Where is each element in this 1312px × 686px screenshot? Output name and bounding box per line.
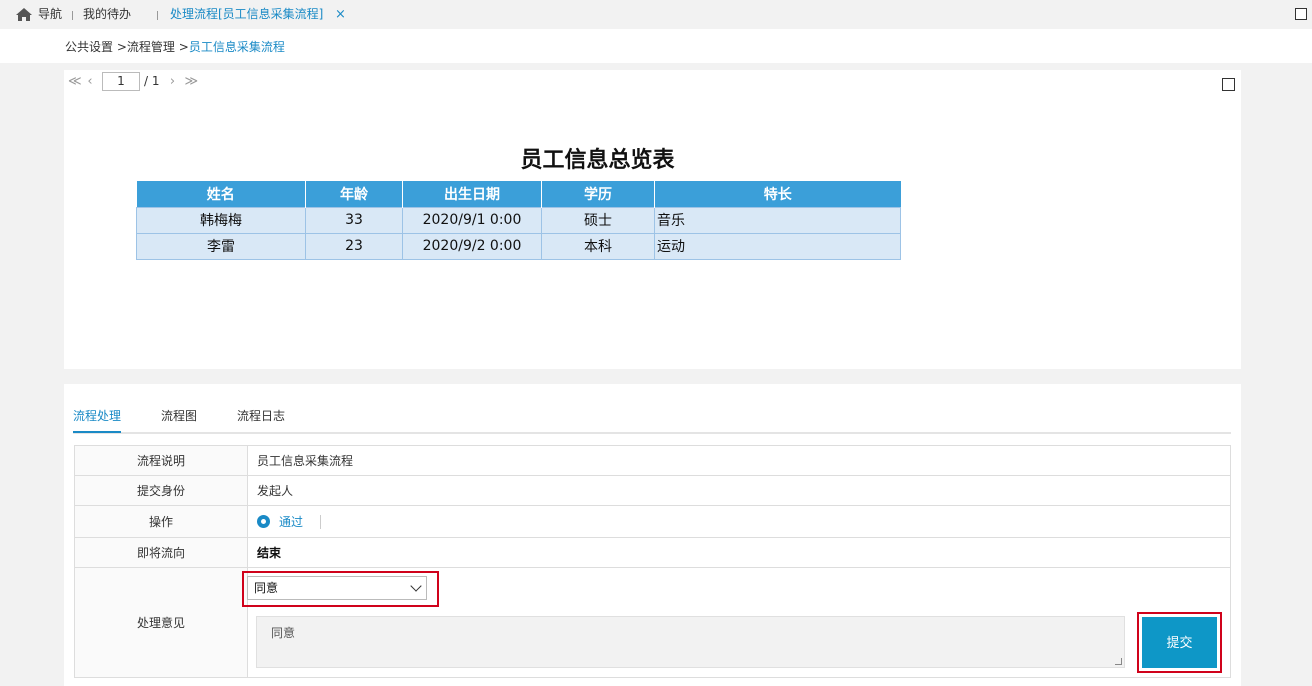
form-label: 处理意见	[75, 568, 248, 677]
first-page-button[interactable]: ≪	[68, 74, 82, 89]
form-label: 即将流向	[75, 538, 248, 567]
column-header: 特长	[654, 181, 901, 207]
option-divider	[320, 514, 322, 529]
opinion-area: 同意 同意 提交	[242, 568, 1230, 677]
column-header: 姓名	[136, 181, 306, 207]
table-cell: 音乐	[654, 206, 901, 234]
table-cell: 2020/9/1 0:00	[402, 206, 542, 234]
form-label: 操作	[75, 506, 248, 537]
form-label: 流程说明	[75, 446, 248, 475]
home-icon[interactable]	[16, 8, 32, 21]
table-cell: 硕士	[541, 206, 655, 234]
close-tab-icon[interactable]: ×	[335, 0, 346, 29]
table-cell: 运动	[654, 232, 901, 260]
tab-flow-handling[interactable]: 流程处理	[73, 407, 121, 424]
table-header-row: 姓名 年龄 出生日期 学历 特长	[136, 181, 901, 207]
chevron-down-icon	[410, 580, 422, 592]
breadcrumb-item-current: 员工信息采集流程	[188, 40, 285, 54]
form-value: 发起人	[257, 484, 294, 498]
breadcrumb-separator: >	[116, 40, 127, 54]
form-row-action: 操作 通过	[75, 506, 1230, 538]
form-row-opinion: 处理意见 同意 同意 提交	[75, 568, 1230, 677]
resize-grip-icon[interactable]	[1115, 658, 1122, 665]
employee-table: 姓名 年龄 出生日期 学历 特长 韩梅梅 33 2020/9/1 0:00 硕士…	[136, 181, 901, 260]
table-row: 韩梅梅 33 2020/9/1 0:00 硕士 音乐	[136, 206, 901, 234]
column-header: 年龄	[305, 181, 403, 207]
opinion-select-value: 同意	[254, 581, 279, 595]
tab-divider	[72, 11, 73, 20]
opinion-select-highlight: 同意	[242, 571, 439, 607]
page-number-input[interactable]: 1	[102, 71, 140, 91]
report-maximize-icon[interactable]	[1222, 78, 1235, 91]
table-cell: 李雷	[136, 232, 306, 260]
column-header: 出生日期	[402, 181, 542, 207]
form-label: 提交身份	[75, 476, 248, 505]
maximize-icon[interactable]	[1295, 8, 1307, 20]
submit-button[interactable]: 提交	[1142, 617, 1217, 668]
next-page-button[interactable]: ›	[168, 74, 178, 89]
report-pager: ≪ ‹ 1 / 1 › ≫	[68, 70, 202, 92]
tab-divider	[157, 11, 158, 20]
page-total: / 1	[144, 74, 160, 88]
tab-flow-log[interactable]: 流程日志	[237, 407, 285, 424]
table-cell: 2020/9/2 0:00	[402, 232, 542, 260]
table-cell: 韩梅梅	[136, 206, 306, 234]
breadcrumb-separator: >	[178, 40, 189, 54]
report-title: 员工信息总览表	[520, 148, 675, 173]
tab-flow-chart[interactable]: 流程图	[161, 407, 197, 424]
process-tabs: 流程处理 流程图 流程日志	[73, 404, 1231, 434]
tab-process-flow[interactable]: 处理流程[员工信息采集流程]	[170, 0, 323, 29]
breadcrumb: 公共设置 >流程管理 >员工信息采集流程	[65, 38, 285, 55]
process-panel: 流程处理 流程图 流程日志 流程说明 员工信息采集流程 提交身份 发起人 操作 …	[64, 384, 1241, 686]
last-page-button[interactable]: ≫	[185, 74, 199, 89]
submit-button-highlight: 提交	[1137, 612, 1222, 673]
form-value: 结束	[257, 546, 282, 560]
table-cell: 33	[305, 206, 403, 234]
table-cell: 23	[305, 232, 403, 260]
prev-page-button[interactable]: ‹	[85, 74, 95, 89]
action-options: 通过	[248, 506, 1230, 537]
approve-radio[interactable]	[257, 515, 270, 528]
breadcrumb-item-flow-management[interactable]: 流程管理	[127, 40, 175, 54]
column-header: 学历	[541, 181, 655, 207]
process-form: 流程说明 员工信息采集流程 提交身份 发起人 操作 通过 即将流向 结束 处理意…	[74, 445, 1231, 678]
form-row-description: 流程说明 员工信息采集流程	[75, 446, 1230, 476]
form-row-identity: 提交身份 发起人	[75, 476, 1230, 506]
my-todo-tab[interactable]: 我的待办	[83, 0, 131, 29]
breadcrumb-bar: 公共设置 >流程管理 >员工信息采集流程	[0, 29, 1312, 63]
form-row-next: 即将流向 结束	[75, 538, 1230, 568]
top-tab-bar: 导航 我的待办 处理流程[员工信息采集流程] ×	[0, 0, 1312, 29]
table-cell: 本科	[541, 232, 655, 260]
active-tab-indicator	[73, 431, 121, 433]
nav-tab[interactable]: 导航	[38, 0, 62, 29]
opinion-text: 同意	[271, 626, 296, 640]
opinion-select[interactable]: 同意	[247, 576, 427, 600]
opinion-textarea[interactable]: 同意	[256, 616, 1125, 668]
report-panel: ≪ ‹ 1 / 1 › ≫ 员工信息总览表 姓名 年龄 出生日期 学历 特长 韩…	[64, 70, 1241, 369]
form-value: 员工信息采集流程	[257, 454, 354, 468]
approve-radio-label[interactable]: 通过	[279, 513, 303, 530]
breadcrumb-item-public-settings[interactable]: 公共设置	[65, 40, 113, 54]
table-row: 李雷 23 2020/9/2 0:00 本科 运动	[136, 232, 901, 260]
